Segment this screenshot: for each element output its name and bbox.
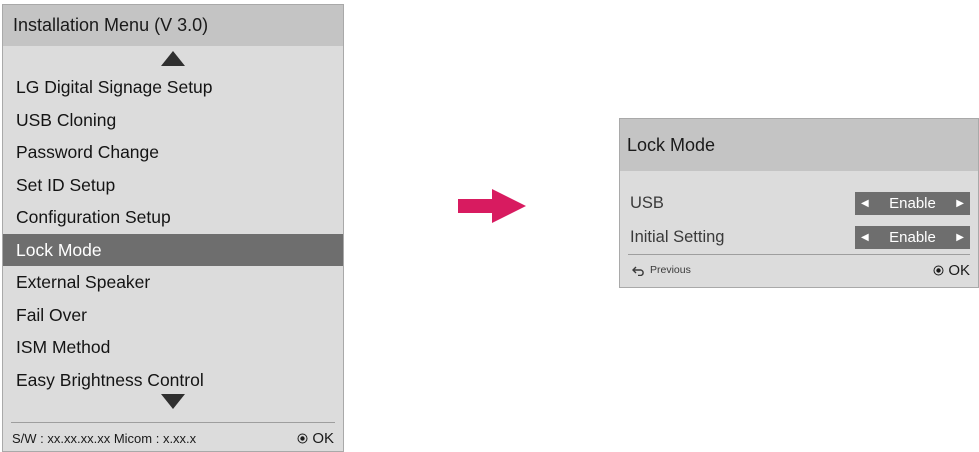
installation-menu-title: Installation Menu (V 3.0) xyxy=(3,5,343,46)
usb-value: Enable xyxy=(889,194,936,212)
usb-setting-row[interactable]: USB ◀ Enable ▶ xyxy=(630,188,970,218)
right-arrow-icon xyxy=(458,189,526,223)
ok-circle-icon xyxy=(933,265,944,275)
usb-label: USB xyxy=(630,193,664,212)
menu-item-usb-cloning[interactable]: USB Cloning xyxy=(3,104,343,137)
installation-menu-footer: S/W : xx.xx.xx.xx Micom : x.xx.x OK xyxy=(12,426,334,450)
right-arrow-icon[interactable]: ▶ xyxy=(956,198,964,209)
left-arrow-icon[interactable]: ◀ xyxy=(861,232,869,243)
lock-mode-panel: Lock Mode USB ◀ Enable ▶ Initial Setting… xyxy=(619,118,979,288)
previous-button[interactable]: Previous xyxy=(632,264,691,276)
left-arrow-icon[interactable]: ◀ xyxy=(861,198,869,209)
menu-item-lock-mode[interactable]: Lock Mode xyxy=(3,233,343,266)
lock-mode-title: Lock Mode xyxy=(620,119,978,171)
initial-setting-value-selector[interactable]: ◀ Enable ▶ xyxy=(855,225,970,249)
menu-item-ism-method[interactable]: ISM Method xyxy=(3,331,343,364)
ok-button[interactable]: OK xyxy=(933,262,970,279)
menu-item-configuration-setup[interactable]: Configuration Setup xyxy=(3,201,343,234)
divider xyxy=(628,254,970,255)
menu-item-easy-brightness-control[interactable]: Easy Brightness Control xyxy=(3,364,343,397)
lock-mode-footer: Previous OK xyxy=(632,258,970,282)
software-version-info: S/W : xx.xx.xx.xx Micom : x.xx.x xyxy=(12,430,197,446)
right-arrow-icon[interactable]: ▶ xyxy=(956,232,964,243)
initial-setting-row[interactable]: Initial Setting ◀ Enable ▶ xyxy=(630,222,970,252)
ok-label: OK xyxy=(312,429,334,447)
menu-item-fail-over[interactable]: Fail Over xyxy=(3,299,343,332)
previous-label: Previous xyxy=(650,264,691,276)
menu-item-password-change[interactable]: Password Change xyxy=(3,136,343,169)
scroll-down-icon[interactable] xyxy=(161,394,185,409)
menu-item-lg-digital-signage-setup[interactable]: LG Digital Signage Setup xyxy=(3,71,343,104)
initial-setting-value: Enable xyxy=(889,228,936,246)
ok-button[interactable]: OK xyxy=(297,430,334,447)
usb-value-selector[interactable]: ◀ Enable ▶ xyxy=(855,191,970,215)
ok-circle-icon xyxy=(297,433,308,443)
installation-menu-panel: Installation Menu (V 3.0) LG Digital Sig… xyxy=(2,4,344,452)
installation-menu-list: LG Digital Signage Setup USB Cloning Pas… xyxy=(3,71,343,396)
back-icon xyxy=(632,266,644,276)
scroll-up-icon[interactable] xyxy=(161,51,185,66)
ok-label: OK xyxy=(948,261,970,279)
divider xyxy=(11,422,335,423)
menu-item-set-id-setup[interactable]: Set ID Setup xyxy=(3,169,343,202)
initial-setting-label: Initial Setting xyxy=(630,227,725,246)
menu-item-external-speaker[interactable]: External Speaker xyxy=(3,266,343,299)
